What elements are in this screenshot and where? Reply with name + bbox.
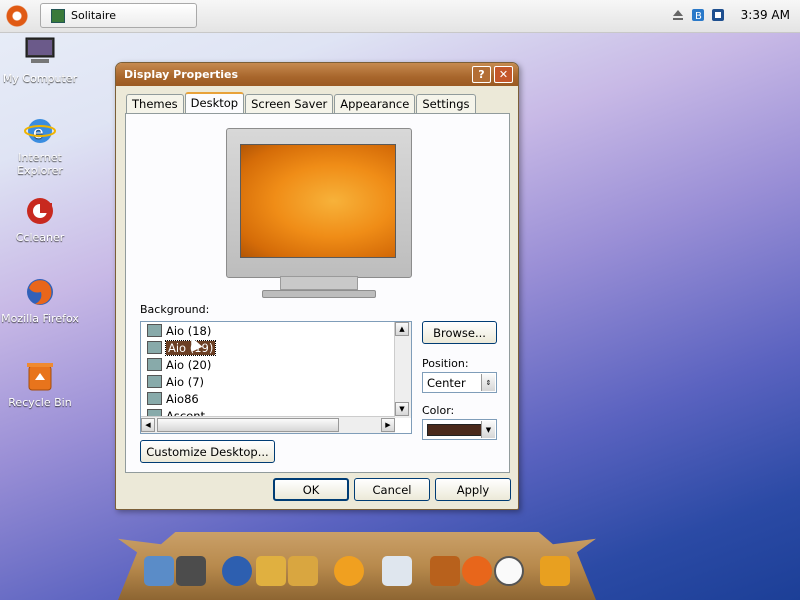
desktop-icon-label: Recycle Bin — [8, 396, 72, 409]
display-properties-window: Display Properties ? ✕ Themes Desktop Sc… — [115, 62, 519, 510]
image-file-icon — [147, 392, 162, 405]
monitor-preview — [226, 128, 412, 300]
tab-appearance[interactable]: Appearance — [334, 94, 416, 115]
ccleaner-icon — [23, 195, 57, 227]
desktop-icon-firefox[interactable]: Mozilla Firefox — [0, 276, 80, 325]
network-icon[interactable] — [711, 8, 725, 22]
tab-screen-saver[interactable]: Screen Saver — [245, 94, 334, 115]
tools-icon[interactable] — [430, 556, 460, 586]
color-picker[interactable]: ▼ — [422, 419, 497, 440]
top-panel: Solitaire B 3:39 AM — [0, 0, 800, 33]
computer-icon — [23, 36, 57, 68]
help-icon[interactable] — [222, 556, 252, 586]
bluetooth-icon[interactable]: B — [691, 8, 705, 22]
scroll-down-icon[interactable]: ▼ — [395, 402, 409, 416]
internet-explorer-icon: e — [23, 115, 57, 147]
window-titlebar[interactable]: Display Properties ? ✕ — [116, 63, 518, 86]
position-label: Position: — [422, 357, 469, 370]
list-item-selected[interactable]: Aio (19) — [141, 339, 411, 356]
terminal-icon[interactable] — [176, 556, 206, 586]
ok-button[interactable]: OK — [273, 478, 349, 501]
recycle-bin-icon — [23, 360, 57, 392]
desktop-icon-label: My Computer — [2, 72, 78, 85]
media-player-icon[interactable] — [382, 556, 412, 586]
tab-settings[interactable]: Settings — [416, 94, 476, 115]
cancel-button[interactable]: Cancel — [354, 478, 430, 501]
folder-icon[interactable] — [256, 556, 286, 586]
tab-themes[interactable]: Themes — [126, 94, 184, 115]
desktop-icon-ccleaner[interactable]: Ccleaner — [0, 195, 80, 244]
clock-icon[interactable] — [494, 556, 524, 586]
eject-icon[interactable] — [671, 8, 685, 22]
scroll-thumb[interactable] — [157, 418, 339, 432]
desktop-icon-label: Mozilla Firefox — [1, 312, 79, 325]
scroll-left-icon[interactable]: ◀ — [141, 418, 155, 432]
image-file-icon — [147, 324, 162, 337]
clock[interactable]: 3:39 AM — [741, 8, 790, 22]
taskbar-item-solitaire[interactable]: Solitaire — [40, 3, 197, 28]
dock — [118, 532, 596, 600]
position-value: Center — [427, 375, 466, 390]
solitaire-icon — [51, 8, 65, 23]
list-item[interactable]: Aio (7) — [141, 373, 411, 390]
network-places-icon[interactable] — [144, 556, 174, 586]
svg-text:B: B — [695, 11, 702, 22]
wallpaper-preview — [240, 144, 396, 258]
list-item[interactable]: Aio (20) — [141, 356, 411, 373]
pictures-folder-icon[interactable] — [288, 556, 318, 586]
desktop-icon-internet-explorer[interactable]: e Internet Explorer — [0, 115, 80, 177]
color-swatch — [427, 423, 485, 436]
desktop-tab-panel: Background: Aio (18) Aio (19) Aio (20) A… — [125, 113, 510, 473]
desktop-icon-label: Ccleaner — [15, 231, 65, 244]
list-item[interactable]: Aio86 — [141, 390, 411, 407]
desktop-icon-label: Internet Explorer — [17, 151, 63, 177]
horizontal-scrollbar[interactable]: ◀ ▶ — [141, 416, 395, 433]
position-select[interactable]: Center ⇕ — [422, 372, 497, 393]
desktop-icon-my-computer[interactable]: My Computer — [0, 36, 80, 85]
customize-desktop-button[interactable]: Customize Desktop... — [140, 440, 275, 463]
image-file-icon — [147, 375, 162, 388]
browse-button[interactable]: Browse... — [422, 321, 497, 344]
spinner-icon[interactable]: ⇕ — [481, 374, 495, 391]
tab-strip: Themes Desktop Screen Saver Appearance S… — [126, 92, 477, 116]
system-tray: B 3:39 AM — [671, 8, 790, 22]
scroll-right-icon[interactable]: ▶ — [381, 418, 395, 432]
color-label: Color: — [422, 404, 455, 417]
image-file-icon — [147, 358, 162, 371]
messenger-icon[interactable] — [334, 556, 364, 586]
taskbar-item-label: Solitaire — [71, 9, 116, 22]
apply-button[interactable]: Apply — [435, 478, 511, 501]
chevron-down-icon[interactable]: ▼ — [481, 421, 495, 438]
help-button[interactable]: ? — [472, 66, 491, 83]
close-button[interactable]: ✕ — [494, 66, 513, 83]
image-file-icon — [147, 341, 162, 354]
scroll-up-icon[interactable]: ▲ — [395, 322, 409, 336]
list-item[interactable]: Aio (18) — [141, 322, 411, 339]
vertical-scrollbar[interactable]: ▲ ▼ — [394, 322, 411, 418]
window-title: Display Properties — [124, 68, 239, 81]
background-label: Background: — [140, 303, 210, 316]
background-list[interactable]: Aio (18) Aio (19) Aio (20) Aio (7) Aio86… — [140, 321, 412, 434]
ubuntu-menu-icon[interactable] — [6, 5, 28, 27]
ubuntu-icon[interactable] — [462, 556, 492, 586]
desktop-icon-recycle-bin[interactable]: Recycle Bin — [0, 360, 80, 409]
trash-icon[interactable] — [540, 556, 570, 586]
firefox-icon — [23, 276, 57, 308]
